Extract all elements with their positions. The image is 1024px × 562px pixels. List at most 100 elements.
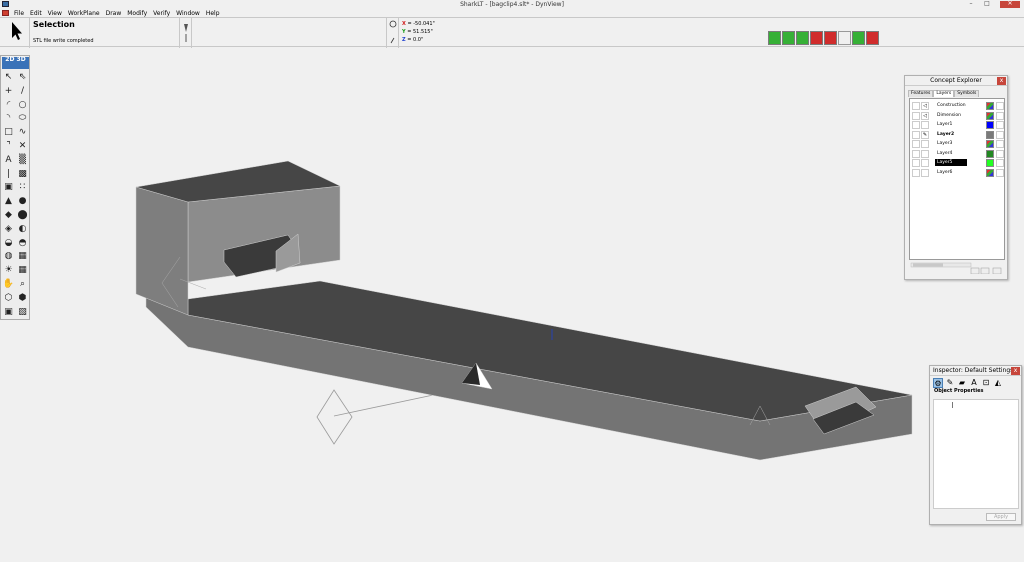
menu-workplane[interactable]: WorkPlane	[65, 10, 103, 17]
layer-row[interactable]: Layer6	[910, 168, 1004, 177]
layer-color-swatch[interactable]	[986, 111, 994, 120]
grid-icon[interactable]: ▦	[16, 264, 29, 277]
layer-option-cell[interactable]	[996, 121, 1004, 129]
boolean-icon[interactable]: ◓	[16, 237, 29, 250]
extrude-icon[interactable]: ▲	[2, 195, 15, 208]
blend-icon[interactable]: ◍	[2, 250, 15, 263]
workplane-diamond[interactable]	[316, 389, 353, 445]
snap-red-figure-button[interactable]	[866, 31, 879, 45]
view-shaded-icon[interactable]: ▧	[16, 306, 29, 319]
layer-color-swatch[interactable]	[986, 121, 994, 129]
layer-option-cell[interactable]	[996, 168, 1004, 177]
zoom-icon[interactable]: ⌕	[16, 278, 29, 291]
text-icon[interactable]: A	[2, 154, 15, 167]
text-style-icon[interactable]: A	[969, 378, 979, 388]
layer-visibility-cell[interactable]	[912, 121, 920, 129]
layer-state-icon[interactable]: ◁	[921, 102, 929, 110]
layer-row[interactable]: ◁ Dimension	[910, 111, 1004, 120]
loft-icon[interactable]: ◈	[2, 223, 15, 236]
layer-state-icon[interactable]	[921, 159, 929, 167]
layer-color-swatch[interactable]	[986, 102, 994, 110]
arc-icon[interactable]: ◜	[2, 99, 15, 112]
surface-icon[interactable]: ▦	[16, 250, 29, 263]
view-iso-icon[interactable]: ⬡	[2, 292, 15, 305]
view-orbit-icon[interactable]: ⬢	[16, 292, 29, 305]
layer-row[interactable]: ◁ Construction	[910, 101, 1004, 110]
menu-window[interactable]: Window	[173, 10, 203, 17]
layer-option-cell[interactable]	[996, 111, 1004, 120]
layer-color-swatch[interactable]	[986, 140, 994, 148]
snap-center-button[interactable]	[796, 31, 809, 45]
coord-mode-cell[interactable]	[387, 18, 399, 48]
menu-help[interactable]: Help	[203, 10, 223, 17]
layer-row[interactable]: Layer5	[910, 158, 1004, 167]
layer-row[interactable]: Layer3	[910, 139, 1004, 148]
point-icon[interactable]: +	[2, 85, 15, 98]
select-arrow-icon[interactable]: ↖	[2, 71, 15, 84]
menu-view[interactable]: View	[45, 10, 65, 17]
circle-icon[interactable]: ○	[16, 99, 29, 112]
close-window-button[interactable]: ✕	[1000, 1, 1020, 8]
layer-list-scrollbar[interactable]	[909, 262, 1005, 275]
snap-midpoint-button[interactable]	[782, 31, 795, 45]
snap-intersection-button[interactable]	[810, 31, 823, 45]
menu-file[interactable]: File	[11, 10, 27, 17]
layer-color-swatch[interactable]	[986, 159, 994, 167]
revolve-icon[interactable]: ◐	[16, 223, 29, 236]
cylinder-icon[interactable]: ⬤	[16, 209, 29, 222]
layer-state-icon[interactable]: ✎	[921, 130, 929, 139]
snap-grid-button[interactable]	[838, 31, 851, 45]
layer-option-cell[interactable]	[996, 140, 1004, 148]
material-icon[interactable]: ◭	[993, 378, 1003, 388]
layer-visibility-cell[interactable]	[912, 149, 920, 158]
layer-visibility-cell[interactable]	[912, 168, 920, 177]
layer-option-cell[interactable]	[996, 102, 1004, 110]
layer-state-icon[interactable]	[921, 140, 929, 148]
inspector-close-button[interactable]: x	[1011, 367, 1020, 375]
rectangle-icon[interactable]: □	[2, 126, 15, 139]
arc-3pt-icon[interactable]: ◝	[2, 112, 15, 125]
dimension-style-icon[interactable]: ⊡	[981, 378, 991, 388]
tab-layers[interactable]: Layers	[933, 90, 955, 97]
layer-visibility-cell[interactable]	[912, 130, 920, 139]
snap-green-figure-button[interactable]	[852, 31, 865, 45]
box-icon[interactable]: ▣	[2, 181, 15, 194]
line-style-icon[interactable]: ▰	[957, 378, 967, 388]
fillet-icon[interactable]: ⌝	[2, 140, 15, 153]
document-menu-icon[interactable]	[2, 10, 9, 16]
apply-button[interactable]: Apply	[986, 513, 1016, 521]
prompt-pin-cell[interactable]	[180, 18, 192, 48]
layer-visibility-cell[interactable]	[912, 111, 920, 120]
layer-color-swatch[interactable]	[986, 130, 994, 139]
layer-row[interactable]: Layer4	[910, 149, 1004, 158]
line-icon[interactable]: /	[16, 85, 29, 98]
layer-state-icon[interactable]	[921, 168, 929, 177]
menu-modify[interactable]: Modify	[124, 10, 150, 17]
tab-symbols[interactable]: Symbols	[954, 90, 980, 97]
array-icon[interactable]: ∷	[16, 181, 29, 194]
layer-visibility-cell[interactable]	[912, 159, 920, 167]
sphere-icon[interactable]: ●	[16, 195, 29, 208]
mode-2d-3d-toggle[interactable]: 2D 3D	[2, 57, 29, 69]
solid-cut-icon[interactable]: ◆	[2, 209, 15, 222]
view-cube-icon[interactable]: ▣	[2, 306, 15, 319]
layer-state-icon[interactable]	[921, 121, 929, 129]
shell-icon[interactable]: ◒	[2, 237, 15, 250]
menu-verify[interactable]: Verify	[150, 10, 173, 17]
trim-icon[interactable]: ✕	[16, 140, 29, 153]
3d-viewport[interactable]	[30, 47, 1024, 560]
concept-explorer-close-button[interactable]: x	[997, 77, 1006, 85]
pen-icon[interactable]: ✎	[945, 378, 955, 388]
spline-icon[interactable]: ∿	[16, 126, 29, 139]
tab-features[interactable]: Features	[908, 90, 934, 97]
layer-state-icon[interactable]	[921, 149, 929, 158]
menu-draw[interactable]: Draw	[103, 10, 125, 17]
render-icon[interactable]: ☀	[2, 264, 15, 277]
menu-edit[interactable]: Edit	[27, 10, 45, 17]
layer-color-swatch[interactable]	[986, 149, 994, 158]
snap-endpoint-button[interactable]	[768, 31, 781, 45]
layer-state-icon[interactable]: ◁	[921, 111, 929, 120]
minimize-button[interactable]: –	[966, 1, 976, 8]
object-properties-icon[interactable]: ⚙	[933, 378, 943, 388]
layer-visibility-cell[interactable]	[912, 102, 920, 110]
